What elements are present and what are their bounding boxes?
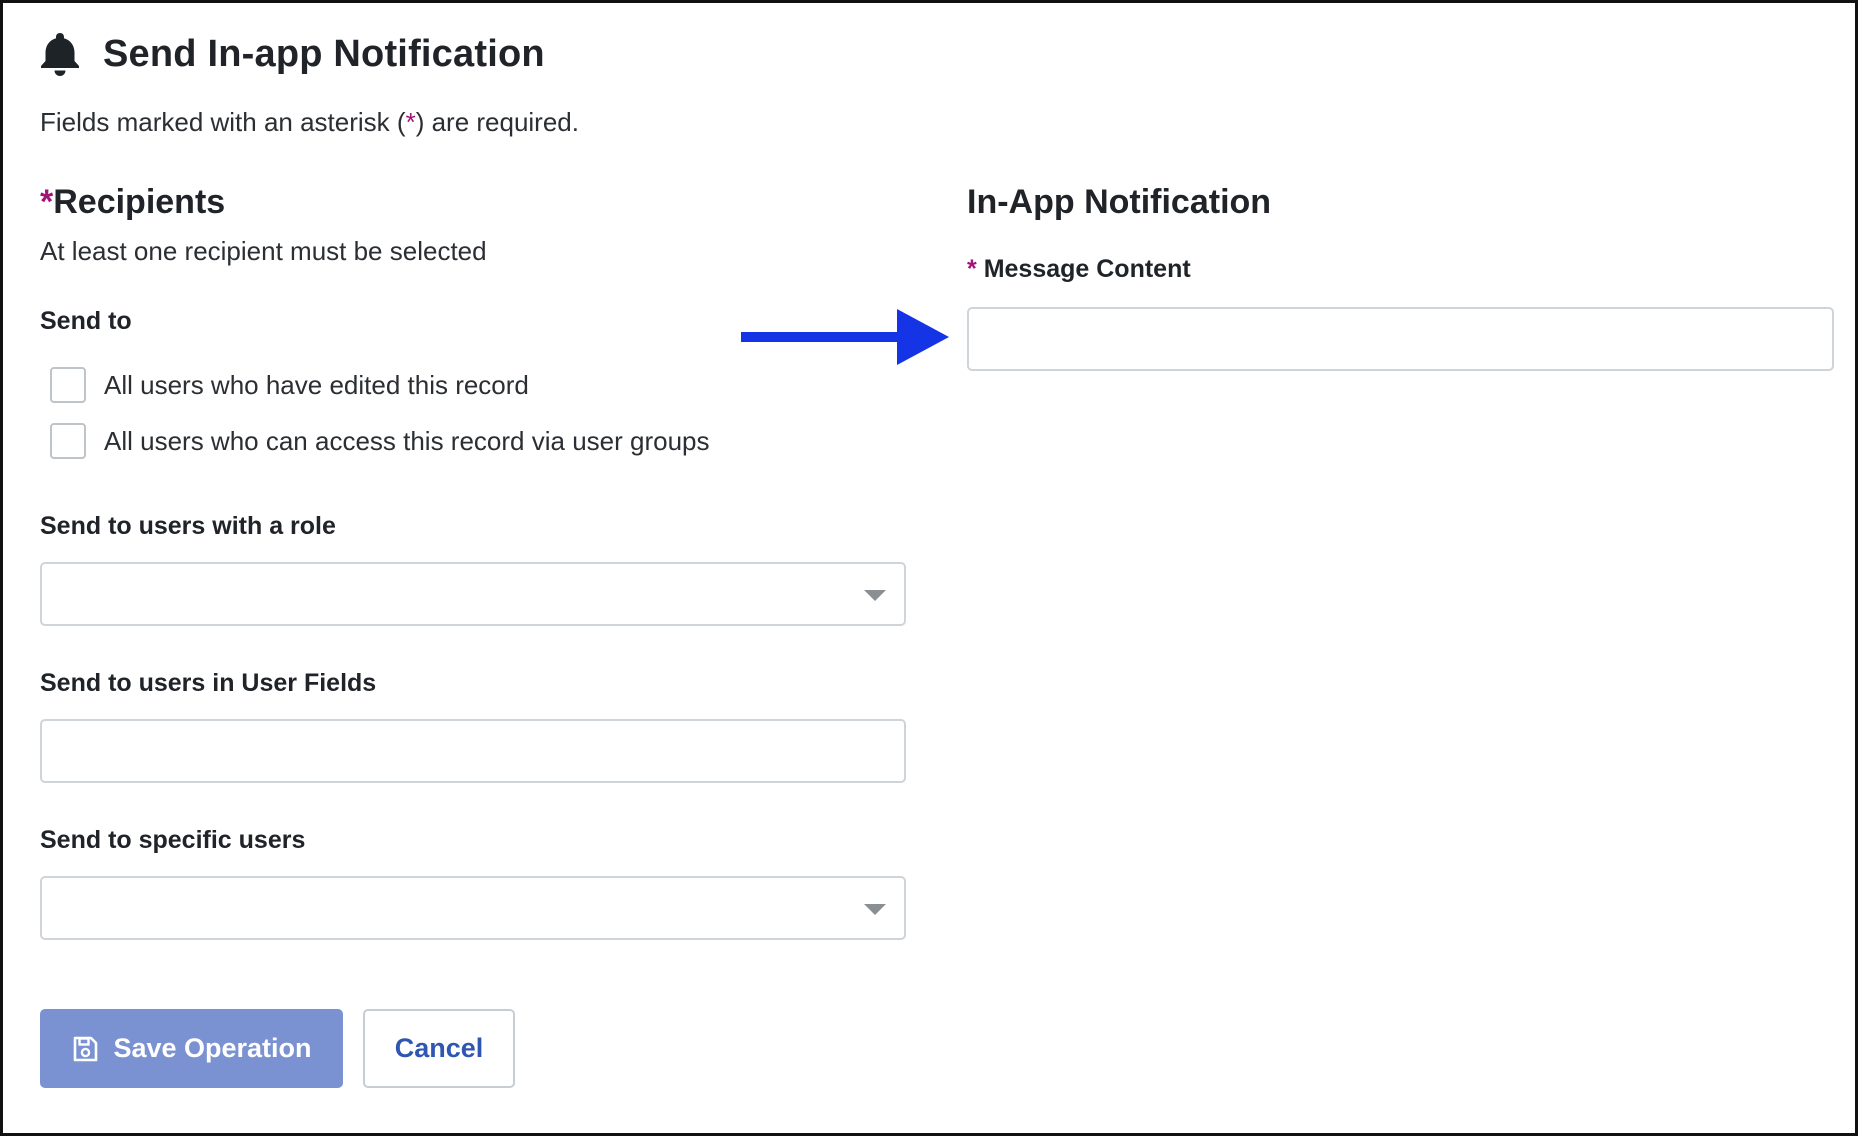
floppy-disk-icon [74,1036,98,1061]
save-operation-label[interactable]: Save Operation [113,1033,311,1064]
page-header: Send In-app Notification [39,31,545,77]
specific-users-select[interactable] [40,876,906,940]
message-content-label: * Message Content [967,255,1191,283]
dialog-frame: Send In-app Notification Fields marked w… [0,0,1858,1136]
message-required-asterisk: * [967,255,977,283]
user-fields-label: Send to users in User Fields [40,669,377,697]
recipients-required-asterisk: * [40,183,54,221]
cancel-label[interactable]: Cancel [395,1033,484,1064]
checkbox-row-edited[interactable]: All users who have edited this record [50,367,529,403]
specific-users-label: Send to specific users [40,826,306,854]
user-groups-checkbox[interactable] [50,423,86,459]
recipients-subtitle: At least one recipient must be selected [40,236,487,266]
edited-users-checkbox[interactable] [50,367,86,403]
bell-icon [41,33,79,76]
recipients-heading: *Recipients [40,183,226,221]
cancel-button[interactable]: Cancel [363,1009,515,1088]
arrow-right-icon [741,309,949,365]
chevron-down-icon[interactable] [864,590,886,601]
page-title: Send In-app Notification [103,32,545,75]
role-label: Send to users with a role [40,512,336,540]
role-select[interactable] [40,562,906,626]
required-asterisk: * [405,107,416,137]
send-to-label: Send to [40,307,132,335]
edited-users-checkbox-label[interactable]: All users who have edited this record [104,370,529,401]
user-groups-checkbox-label[interactable]: All users who can access this record via… [104,426,710,457]
message-content-input[interactable] [967,307,1834,371]
notification-heading: In-App Notification [967,183,1272,221]
user-fields-input[interactable] [40,719,906,783]
required-fields-note: Fields marked with an asterisk (*) are r… [40,107,579,137]
chevron-down-icon[interactable] [864,904,886,915]
save-operation-button[interactable]: Save Operation [40,1009,343,1088]
checkbox-row-user-groups[interactable]: All users who can access this record via… [50,423,710,459]
